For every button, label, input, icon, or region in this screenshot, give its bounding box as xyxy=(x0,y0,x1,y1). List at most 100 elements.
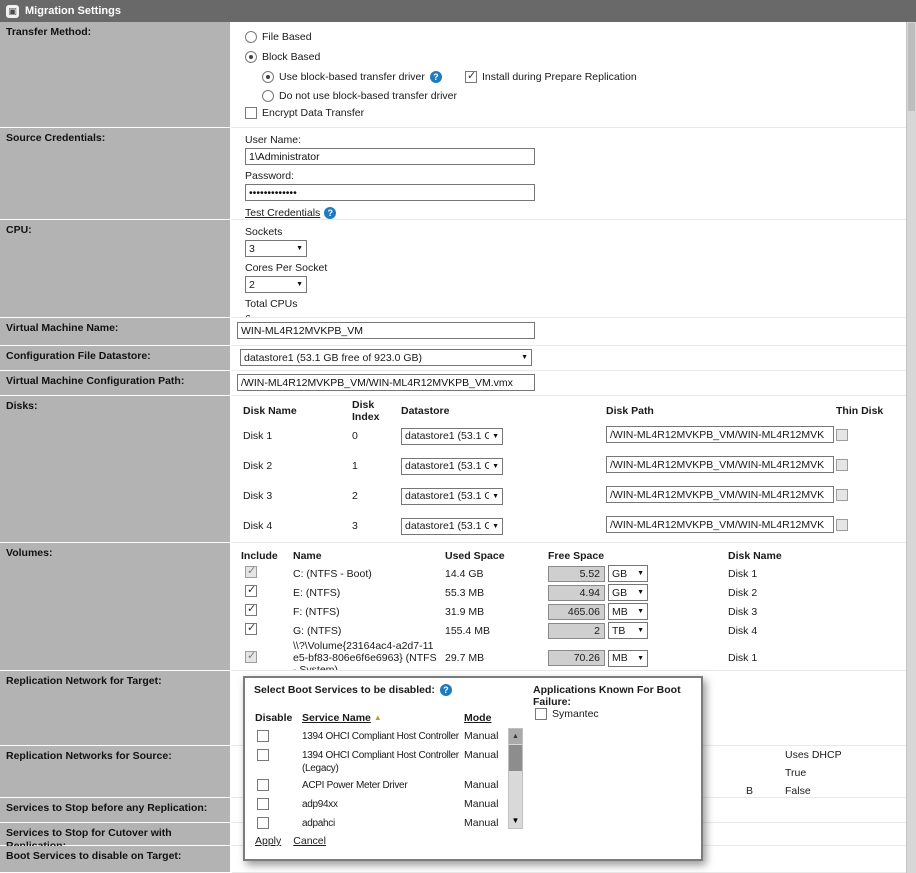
vm-name-input[interactable] xyxy=(237,322,535,339)
row-source-credentials: Source Credentials: User Name: Password:… xyxy=(0,128,916,220)
include-volume-checkbox[interactable] xyxy=(245,566,257,578)
volume-used-space: 31.9 MB xyxy=(445,606,548,618)
encrypt-option-label[interactable]: Encrypt Data Transfer xyxy=(262,107,364,119)
install-prepare-checkbox[interactable] xyxy=(465,71,477,83)
dropdown-arrow-icon xyxy=(492,433,499,440)
dropdown-arrow-icon xyxy=(637,608,644,615)
no-driver-option-label[interactable]: Do not use block-based transfer driver xyxy=(279,90,457,102)
use-driver-option-label[interactable]: Use block-based transfer driver xyxy=(279,71,425,83)
row-disks: Disks: Disk Name Disk Index Datastore Di… xyxy=(0,396,916,543)
disk-datastore-select[interactable]: datastore1 (53.1 GB xyxy=(401,458,503,475)
cancel-link[interactable]: Cancel xyxy=(293,835,326,847)
user-name-label: User Name: xyxy=(245,133,916,148)
disks-label: Disks: xyxy=(0,396,232,543)
block-based-option-label[interactable]: Block Based xyxy=(262,51,320,63)
free-space-input[interactable]: 4.94 xyxy=(548,585,605,601)
scrollbar-thumb[interactable] xyxy=(509,745,522,771)
scroll-up-icon[interactable] xyxy=(509,729,522,744)
disable-service-checkbox[interactable] xyxy=(257,749,269,761)
user-name-input[interactable] xyxy=(245,148,535,165)
page-scrollbar[interactable] xyxy=(906,22,916,873)
test-credentials-info-icon[interactable] xyxy=(324,207,336,219)
password-input[interactable] xyxy=(245,184,535,201)
disk-datastore-select[interactable]: datastore1 (53.1 GB xyxy=(401,488,503,505)
volume-disk-name: Disk 4 xyxy=(728,625,916,637)
include-volume-checkbox[interactable] xyxy=(245,585,257,597)
free-space-input[interactable]: 2 xyxy=(548,623,605,639)
symantec-checkbox[interactable] xyxy=(535,708,547,720)
services-scrollbar[interactable] xyxy=(508,728,523,829)
free-space-unit-select[interactable]: MB xyxy=(608,603,648,620)
file-based-option-label[interactable]: File Based xyxy=(262,31,312,43)
source-credentials-label: Source Credentials: xyxy=(0,128,232,220)
free-space-input[interactable]: 5.52 xyxy=(548,566,605,582)
file-based-radio[interactable] xyxy=(245,31,257,43)
vm-config-path-input[interactable] xyxy=(237,374,535,391)
disable-service-checkbox[interactable] xyxy=(257,730,269,742)
free-space-unit-select[interactable]: GB xyxy=(608,584,648,601)
free-space-unit-value: GB xyxy=(612,568,627,580)
cpu-label: CPU: xyxy=(0,220,232,318)
dropdown-arrow-icon xyxy=(492,493,499,500)
disk-name: Disk 3 xyxy=(243,490,352,502)
disable-service-checkbox[interactable] xyxy=(257,798,269,810)
volume-row: F: (NTFS) 31.9 MB 465.06 MB Disk 3 xyxy=(241,602,916,621)
disable-service-checkbox[interactable] xyxy=(257,817,269,829)
thin-disk-checkbox[interactable] xyxy=(836,429,848,441)
partial-text-fragment: B xyxy=(746,785,753,797)
test-credentials-link[interactable]: Test Credentials xyxy=(245,207,320,219)
disks-header-name: Disk Name xyxy=(243,405,352,417)
service-row: adpahci Manual xyxy=(255,815,505,829)
volume-used-space: 155.4 MB xyxy=(445,625,548,637)
free-space-unit-select[interactable]: MB xyxy=(608,650,648,667)
config-datastore-value: datastore1 (53.1 GB free of 923.0 GB) xyxy=(244,352,422,364)
free-space-input[interactable]: 465.06 xyxy=(548,604,605,620)
volume-disk-name: Disk 1 xyxy=(728,568,916,580)
free-space-unit-select[interactable]: GB xyxy=(608,565,648,582)
dropdown-arrow-icon xyxy=(637,627,644,634)
disable-service-checkbox[interactable] xyxy=(257,779,269,791)
disk-path-input[interactable]: /WIN-ML4R12MVKPB_VM/WIN-ML4R12MVK xyxy=(606,516,834,533)
total-cpus-label: Total CPUs xyxy=(245,297,916,312)
service-row: ACPI Power Meter Driver Manual xyxy=(255,777,505,796)
symantec-label[interactable]: Symantec xyxy=(552,708,599,720)
block-based-radio[interactable] xyxy=(245,51,257,63)
services-header-service-name[interactable]: Service Name xyxy=(302,712,371,724)
services-header-mode[interactable]: Mode xyxy=(464,712,491,724)
apply-link[interactable]: Apply xyxy=(255,835,281,847)
disk-path-input[interactable]: /WIN-ML4R12MVKPB_VM/WIN-ML4R12MVK xyxy=(606,426,834,443)
service-mode: Manual xyxy=(464,749,498,762)
volume-row: E: (NTFS) 55.3 MB 4.94 GB Disk 2 xyxy=(241,583,916,602)
include-volume-checkbox[interactable] xyxy=(245,623,257,635)
disk-path-input[interactable]: /WIN-ML4R12MVKPB_VM/WIN-ML4R12MVK xyxy=(606,456,834,473)
row-config-datastore: Configuration File Datastore: datastore1… xyxy=(0,346,916,371)
sockets-label: Sockets xyxy=(245,225,916,240)
encrypt-checkbox[interactable] xyxy=(245,107,257,119)
cores-select[interactable]: 2 xyxy=(245,276,307,293)
use-driver-radio[interactable] xyxy=(262,71,274,83)
config-datastore-select[interactable]: datastore1 (53.1 GB free of 923.0 GB) xyxy=(240,349,532,366)
disk-row: Disk 3 2 datastore1 (53.1 GB /WIN-ML4R12… xyxy=(243,481,916,511)
boot-services-info-icon[interactable] xyxy=(440,684,452,696)
thin-disk-checkbox[interactable] xyxy=(836,489,848,501)
thin-disk-checkbox[interactable] xyxy=(836,459,848,471)
free-space-input[interactable]: 70.26 xyxy=(548,650,605,666)
sockets-select[interactable]: 3 xyxy=(245,240,307,257)
disk-datastore-select[interactable]: datastore1 (53.1 GB xyxy=(401,428,503,445)
no-driver-radio[interactable] xyxy=(262,90,274,102)
disk-row: Disk 4 3 datastore1 (53.1 GB /WIN-ML4R12… xyxy=(243,511,916,541)
install-prepare-option-label[interactable]: Install during Prepare Replication xyxy=(482,71,637,83)
scroll-down-icon[interactable] xyxy=(509,813,522,828)
disk-datastore-select[interactable]: datastore1 (53.1 GB xyxy=(401,518,503,535)
include-volume-checkbox[interactable] xyxy=(245,651,257,663)
use-driver-info-icon[interactable] xyxy=(430,71,442,83)
thin-disk-checkbox[interactable] xyxy=(836,519,848,531)
row-vm-config-path: Virtual Machine Configuration Path: xyxy=(0,371,916,396)
disk-path-input[interactable]: /WIN-ML4R12MVKPB_VM/WIN-ML4R12MVK xyxy=(606,486,834,503)
dropdown-arrow-icon xyxy=(637,570,644,577)
free-space-unit-select[interactable]: TB xyxy=(608,622,648,639)
page-scrollbar-thumb[interactable] xyxy=(908,23,915,111)
services-stop-cutover-label: Services to Stop for Cutover with Replic… xyxy=(0,823,232,846)
volumes-label: Volumes: xyxy=(0,543,232,671)
include-volume-checkbox[interactable] xyxy=(245,604,257,616)
